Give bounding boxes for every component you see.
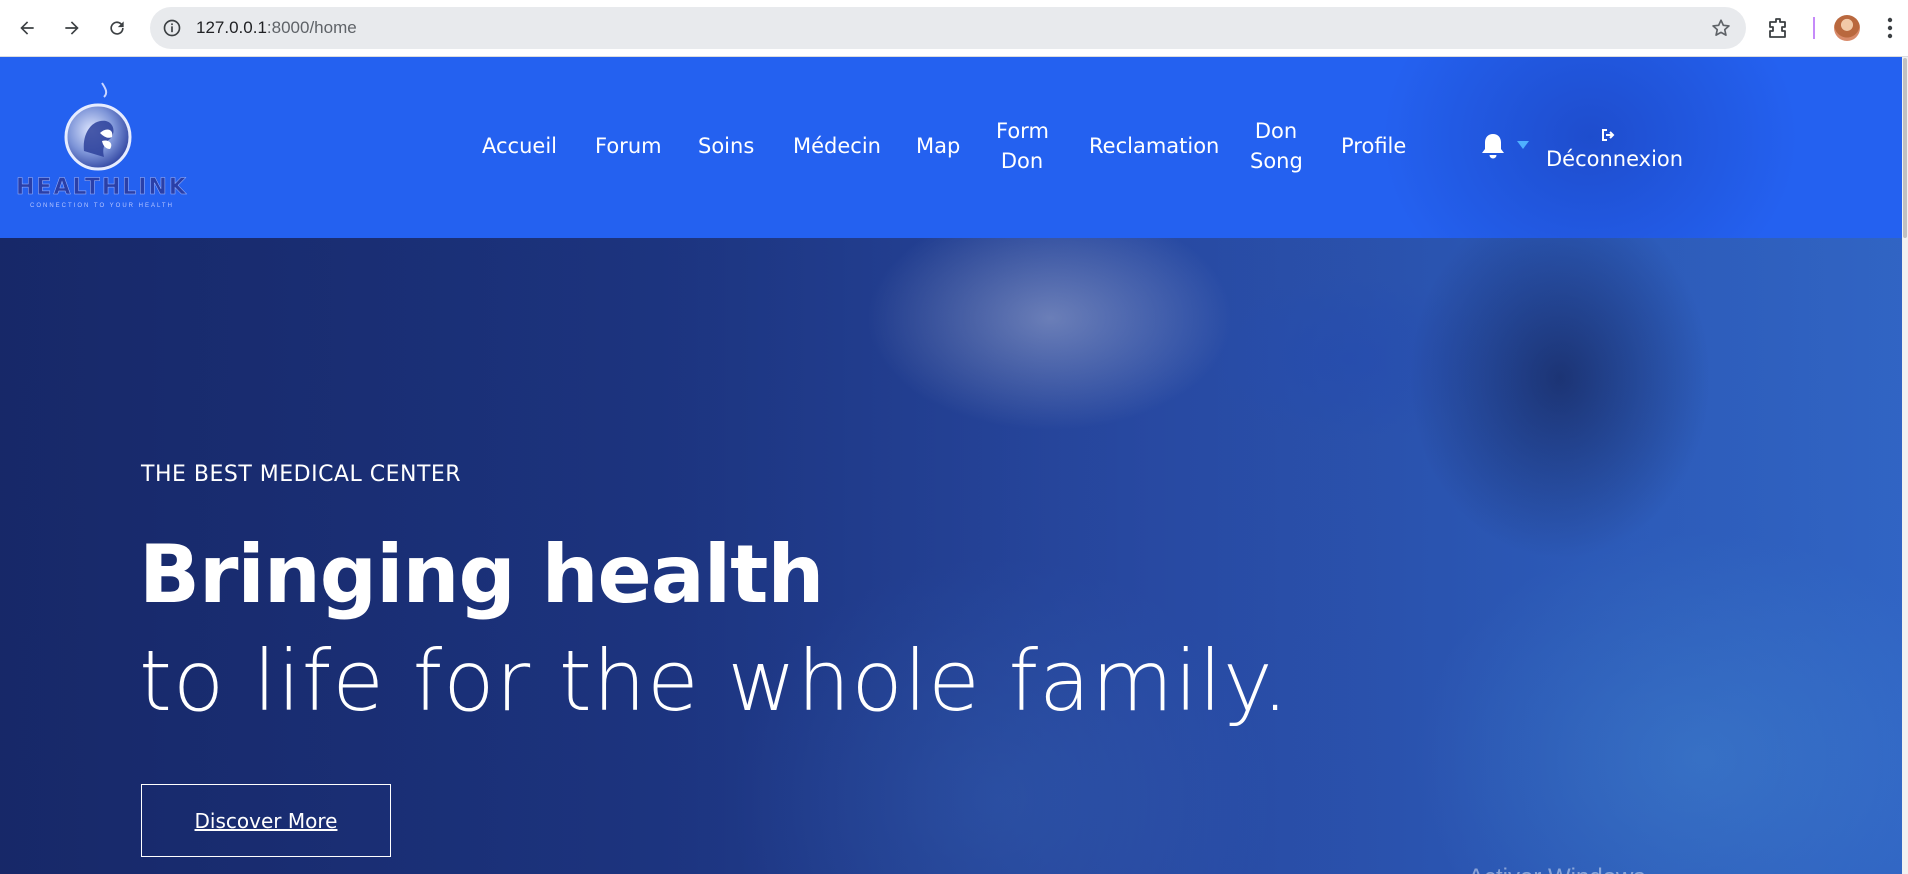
profile-avatar[interactable] (1834, 15, 1860, 41)
discover-more-button[interactable]: Discover More (141, 784, 391, 857)
nav-reclamation[interactable]: Reclamation (1089, 131, 1219, 161)
main-navigation: Accueil Forum Soins Médecin Map Form Don… (0, 57, 1902, 238)
nav-soins[interactable]: Soins (698, 131, 754, 161)
activate-windows-watermark: Activer Windows (1468, 864, 1645, 874)
more-menu-icon[interactable] (1880, 14, 1900, 42)
extensions-icon[interactable] (1766, 16, 1790, 40)
back-button[interactable] (9, 10, 45, 46)
url-host: 127.0.0.1 (196, 18, 267, 37)
hero-title-bold: Bringing health (139, 528, 824, 621)
logout-icon (1602, 129, 1615, 141)
hero-eyebrow: THE BEST MEDICAL CENTER (141, 462, 462, 487)
url-path: :8000/home (266, 18, 357, 37)
hero-title-light: to life for the whole family. (139, 632, 1290, 730)
hero-section: THE BEST MEDICAL CENTER Bringing health … (0, 238, 1902, 874)
arrow-left-icon (20, 21, 34, 35)
reload-button[interactable] (99, 10, 135, 46)
nav-accueil[interactable]: Accueil (482, 131, 557, 161)
toolbar-divider (1813, 17, 1815, 39)
site-info-icon[interactable] (162, 18, 182, 38)
notification-caret-icon[interactable] (1516, 140, 1530, 150)
nav-form-don[interactable]: Form Don (996, 116, 1049, 176)
nav-profile[interactable]: Profile (1341, 131, 1406, 161)
reload-icon (110, 21, 124, 35)
notification-bell-icon[interactable] (1479, 131, 1507, 161)
nav-forum[interactable]: Forum (595, 131, 662, 161)
arrow-right-icon (65, 21, 79, 35)
nav-map[interactable]: Map (916, 131, 960, 161)
site-header: HEALTHLINK CONNECTION TO YOUR HEALTH Acc… (0, 57, 1902, 238)
logout-link[interactable]: Déconnexion (1546, 147, 1683, 171)
url-text[interactable]: 127.0.0.1:8000/home (196, 18, 357, 38)
nav-don-song[interactable]: Don Song (1250, 116, 1303, 176)
nav-medecin[interactable]: Médecin (793, 131, 881, 161)
scrollbar-thumb[interactable] (1903, 58, 1907, 238)
bookmark-star-icon[interactable] (1710, 17, 1732, 39)
browser-toolbar: 127.0.0.1:8000/home (0, 0, 1908, 57)
forward-button[interactable] (54, 10, 90, 46)
address-bar[interactable]: 127.0.0.1:8000/home (150, 7, 1746, 49)
